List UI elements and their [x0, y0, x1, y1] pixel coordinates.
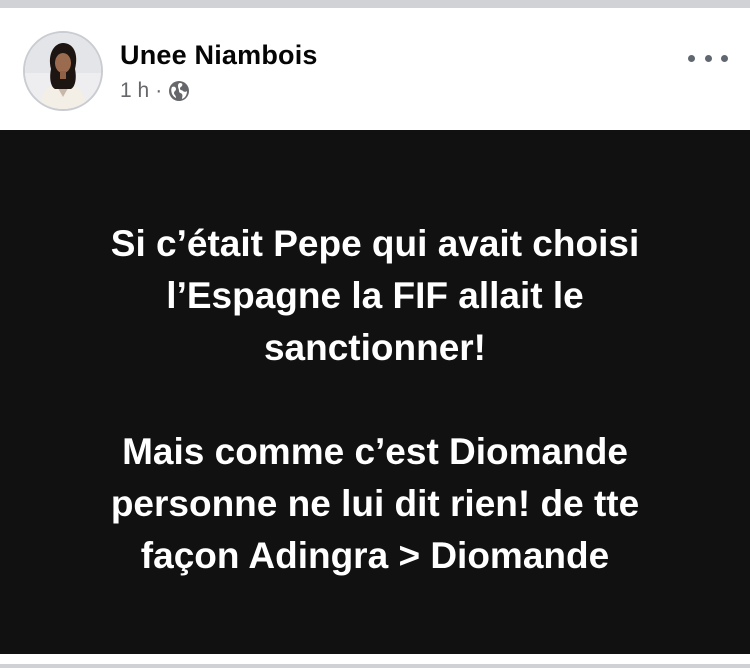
post-meta: 1 h ·: [120, 79, 190, 103]
post-text-line: sanctionner!: [263, 327, 487, 368]
post-body: Si c’était Pepe qui avait choisi l’Espag…: [30, 218, 720, 582]
avatar[interactable]: [23, 31, 103, 111]
more-options-button[interactable]: [688, 48, 728, 68]
post-text-line: façon Adingra > Diomande: [140, 535, 610, 576]
profile-photo: [25, 33, 101, 109]
post-text-line: l’Espagne la FIF allait le: [166, 275, 584, 316]
post-header: Unee Niambois 1 h ·: [0, 8, 750, 130]
post-text-background: Si c’était Pepe qui avait choisi l’Espag…: [0, 130, 750, 654]
post-text-line: Si c’était Pepe qui avait choisi: [110, 223, 640, 264]
post-text-line: Mais comme c’est Diomande: [122, 431, 628, 472]
top-divider: [0, 0, 750, 8]
globe-icon[interactable]: [168, 80, 190, 102]
post-time[interactable]: 1 h: [120, 79, 149, 103]
meta-separator: ·: [155, 79, 163, 102]
facebook-post: Unee Niambois 1 h · Si c’était Pepe qui …: [0, 0, 750, 668]
author-name[interactable]: Unee Niambois: [120, 40, 318, 71]
more-horizontal-icon: [688, 54, 695, 62]
post-text-line: personne ne lui dit rien! de tte: [110, 483, 640, 524]
bottom-divider: [0, 664, 750, 668]
